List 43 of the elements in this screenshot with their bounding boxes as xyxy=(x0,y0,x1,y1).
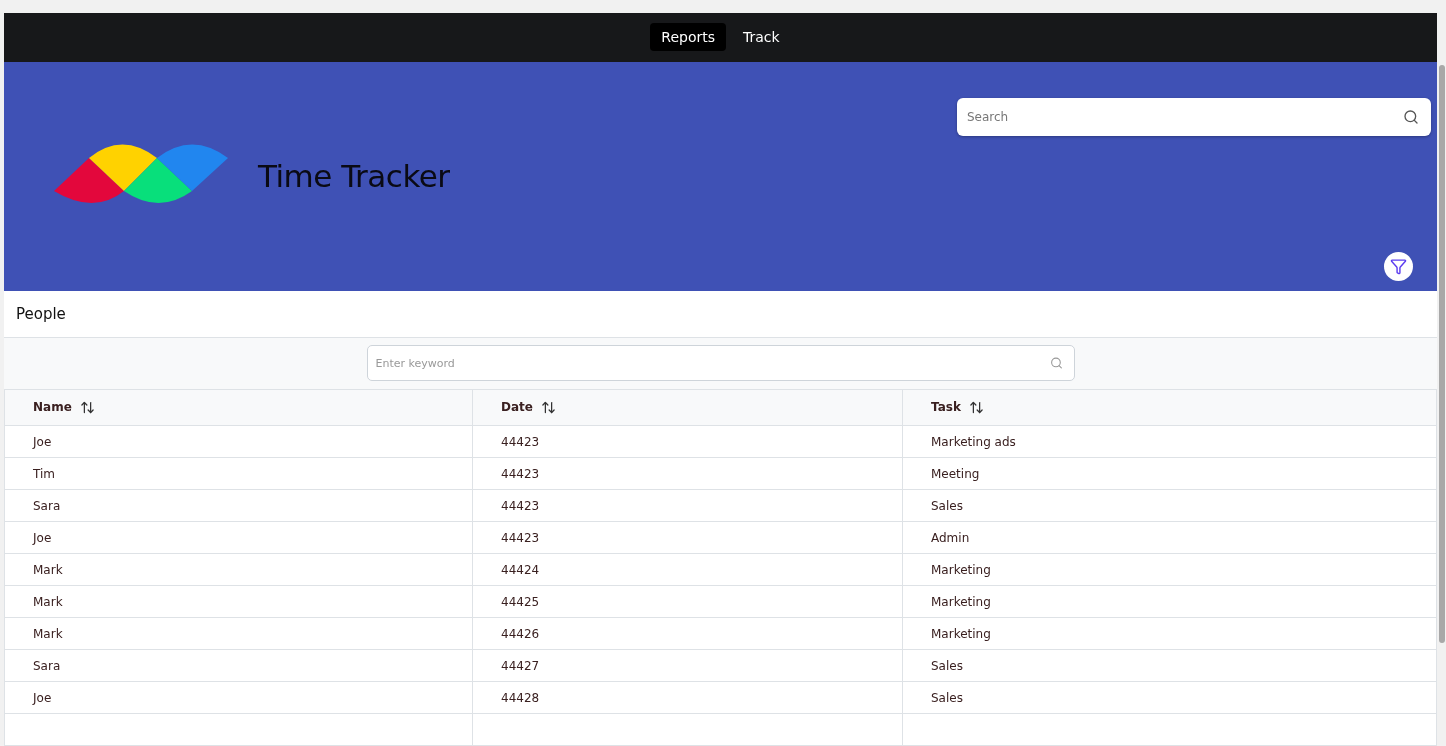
table-cell: 44423 xyxy=(472,425,903,458)
table-cell: Joe xyxy=(4,521,473,554)
table-cell: 44424 xyxy=(472,553,903,586)
table-cell: Sales xyxy=(902,489,1437,522)
table-cell: Sara xyxy=(4,489,473,522)
table-cell: Sales xyxy=(902,681,1437,714)
app-title: Time Tracker xyxy=(258,158,450,195)
table-cell: 44425 xyxy=(472,585,903,618)
nav-tab[interactable]: Track xyxy=(732,23,791,52)
filter-button[interactable] xyxy=(1384,251,1413,281)
table-cell: 44426 xyxy=(472,617,903,650)
sort-icon[interactable] xyxy=(540,399,556,415)
table-cell: Tim xyxy=(4,457,473,490)
nav-tab[interactable]: Reports xyxy=(650,23,727,52)
table-cell: Sales xyxy=(902,649,1437,682)
table-cell: Marketing xyxy=(902,553,1437,586)
table-cell: 44428 xyxy=(472,681,903,714)
column-header[interactable]: Date xyxy=(472,389,903,426)
table-cell: Joe xyxy=(4,681,473,714)
table-cell: 44423 xyxy=(472,521,903,554)
keyword-field[interactable]: Enter keyword xyxy=(366,345,1075,382)
table-cell: Marketing ads xyxy=(902,425,1437,458)
search-field[interactable]: Search xyxy=(957,97,1431,136)
column-header[interactable]: Task xyxy=(902,389,1437,426)
sort-icon[interactable] xyxy=(968,399,984,415)
search-icon xyxy=(1403,108,1419,125)
table-cell: Admin xyxy=(902,521,1437,554)
sort-icon[interactable] xyxy=(79,399,95,415)
table-cell: Joe xyxy=(4,425,473,458)
table-cell: 44427 xyxy=(472,649,903,682)
table-cell: Marketing xyxy=(902,617,1437,650)
table-cell: 44423 xyxy=(472,457,903,490)
panel-title: People xyxy=(16,304,66,323)
table-cell: Sara xyxy=(4,649,473,682)
column-header[interactable]: Name xyxy=(4,389,473,426)
search-icon xyxy=(1049,356,1063,370)
table-cell: Mark xyxy=(4,553,473,586)
table-cell: Marketing xyxy=(902,585,1437,618)
filter-icon xyxy=(1390,257,1407,275)
table-cell: 44423 xyxy=(472,489,903,522)
table-cell: Meeting xyxy=(902,457,1437,490)
table-cell: Mark xyxy=(4,585,473,618)
table-cell: Mark xyxy=(4,617,473,650)
